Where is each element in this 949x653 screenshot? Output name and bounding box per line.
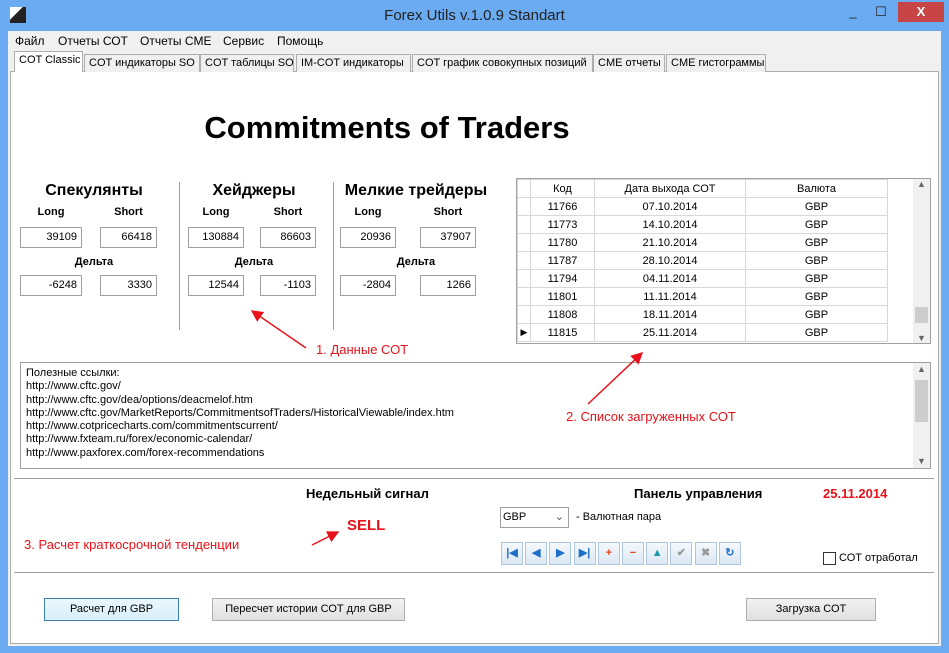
tab[interactable]: CME отчеты — [593, 54, 665, 72]
edit-button[interactable]: ▲ — [646, 542, 669, 565]
menu-item[interactable]: Отчеты СОТ — [58, 34, 128, 48]
arrow-3 — [311, 531, 340, 546]
menu-item[interactable]: Отчеты CME — [140, 34, 211, 48]
tab[interactable]: COT Classic — [14, 51, 83, 72]
first-button[interactable]: |◀ — [501, 542, 523, 565]
delta-label: Дельта — [74, 256, 114, 268]
first-icon: |◀ — [506, 547, 518, 559]
short-field[interactable]: 37907 — [420, 227, 476, 248]
cancel-icon: ✖ — [700, 547, 711, 559]
long-label: Long — [354, 206, 382, 218]
tab[interactable]: IM-COT индикаторы — [296, 54, 411, 72]
select-value: GBP — [503, 511, 527, 523]
tab[interactable]: CME гистограммы — [666, 54, 766, 72]
long-field[interactable]: 39109 — [20, 227, 82, 248]
separator — [14, 572, 934, 573]
long-field[interactable]: 20936 — [340, 227, 396, 248]
tab[interactable]: COT таблицы SO — [200, 54, 294, 72]
chevron-down-icon: ⌄ — [554, 511, 564, 523]
short-label: Short — [114, 206, 143, 218]
next-icon: ▶ — [556, 547, 565, 559]
currency-pair-select[interactable]: GBP ⌄ — [500, 507, 569, 528]
menu-item[interactable]: Файл — [15, 34, 45, 48]
add-icon: + — [605, 547, 613, 559]
menu-item[interactable]: Помощь — [277, 34, 323, 48]
short-field[interactable]: 66418 — [100, 227, 157, 248]
last-button[interactable]: ▶| — [573, 542, 596, 565]
cot-done-checkbox[interactable] — [823, 552, 836, 565]
delete-button[interactable]: − — [622, 542, 644, 565]
short-label: Short — [273, 206, 303, 218]
group-title: Мелкие трейдеры — [344, 182, 488, 199]
cancel-button[interactable]: ✖ — [694, 542, 717, 565]
delta-short-field[interactable]: 1266 — [420, 275, 476, 296]
refresh-button[interactable]: ↻ — [718, 542, 741, 565]
group-title: Хейджеры — [212, 182, 296, 199]
delta-label: Дельта — [234, 256, 274, 268]
short-label: Short — [433, 206, 463, 218]
delta-short-field[interactable]: -1103 — [260, 275, 316, 296]
load-cot-button[interactable]: Загрузка СОТ — [746, 598, 876, 621]
group-title: Спекулянты — [45, 182, 143, 199]
edit-icon: ▲ — [651, 547, 663, 559]
currency-pair-label: - Валютная пара — [576, 511, 662, 523]
tab[interactable]: COT график совокупных позиций — [412, 54, 593, 72]
delta-short-field[interactable]: 3330 — [100, 275, 157, 296]
calc-button[interactable]: Расчет для GBP — [44, 598, 179, 621]
arrow-1 — [250, 310, 307, 349]
post-icon: ✔ — [676, 547, 686, 559]
prev-button[interactable]: ◀ — [525, 542, 548, 565]
recalc-history-button[interactable]: Пересчет истории СОТ для GBP — [212, 598, 405, 621]
delta-long-field[interactable]: -6248 — [20, 275, 82, 296]
arrow-2 — [587, 351, 644, 405]
add-button[interactable]: + — [597, 542, 620, 565]
long-label: Long — [37, 206, 65, 218]
post-button[interactable]: ✔ — [670, 542, 693, 565]
next-button[interactable]: ▶ — [549, 542, 572, 565]
tab[interactable]: COT индикаторы SO — [84, 54, 200, 72]
short-field[interactable]: 86603 — [260, 227, 316, 248]
refresh-icon: ↻ — [725, 547, 735, 559]
last-icon: ▶| — [578, 547, 591, 559]
long-label: Long — [202, 206, 230, 218]
delete-icon: − — [629, 547, 637, 559]
delta-long-field[interactable]: -2804 — [340, 275, 396, 296]
menu-item[interactable]: Сервис — [223, 34, 264, 48]
annotation-arrows — [250, 310, 644, 546]
delta-long-field[interactable]: 12544 — [188, 275, 244, 296]
delta-label: Дельта — [396, 256, 436, 268]
cot-done-label: СОТ отработал — [839, 552, 918, 564]
long-field[interactable]: 130884 — [188, 227, 244, 248]
prev-icon: ◀ — [531, 547, 541, 559]
